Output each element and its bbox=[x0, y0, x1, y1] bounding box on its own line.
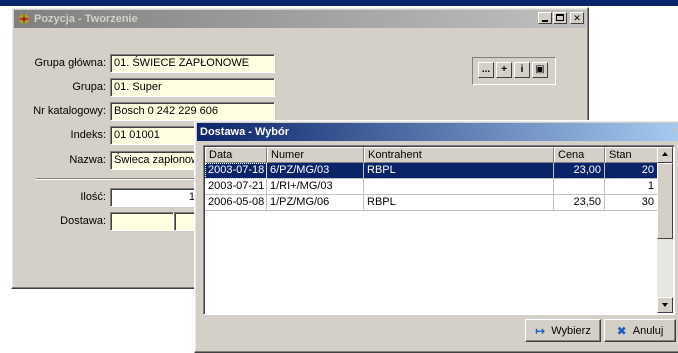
cell-stan: 20 bbox=[605, 163, 658, 179]
grupa-label: Grupa: bbox=[72, 81, 106, 93]
nazwa-label: Nazwa: bbox=[69, 154, 106, 166]
nazwa-field[interactable]: Świeca zapłonow bbox=[110, 151, 200, 170]
grupa-glowna-field[interactable]: 01. ŚWIECE ZAPŁONOWE bbox=[110, 54, 275, 73]
cell-data: 2003-07-18 bbox=[205, 163, 267, 179]
cell-data: 2003-07-21 bbox=[205, 179, 267, 195]
grupa-field[interactable]: 01. Super bbox=[110, 78, 275, 97]
cell-kontrahent bbox=[364, 179, 554, 195]
table-row[interactable]: 2003-07-21 1/RI+/MG/03 1 bbox=[205, 179, 658, 195]
maximize-button[interactable] bbox=[553, 12, 567, 24]
pozycja-titlebar[interactable]: Pozycja - Tworzenie ✕ bbox=[14, 10, 586, 28]
scroll-down-button[interactable] bbox=[657, 297, 673, 313]
form-separator bbox=[36, 178, 194, 180]
cell-cena: 23,50 bbox=[554, 195, 605, 211]
plus-icon: + bbox=[501, 64, 507, 75]
add-button[interactable]: + bbox=[496, 62, 512, 78]
cell-numer: 1/RI+/MG/03 bbox=[267, 179, 364, 195]
nr-katalogowy-field[interactable]: Bosch 0 242 229 606 bbox=[110, 102, 275, 121]
close-button[interactable]: ✕ bbox=[570, 12, 584, 24]
select-button-label: Wybierz bbox=[551, 324, 591, 337]
cell-cena bbox=[554, 179, 605, 195]
cell-data: 2006-05-08 bbox=[205, 195, 267, 211]
table-row[interactable]: 2006-05-08 1/PZ/MG/06 RBPL 23,50 30 bbox=[205, 195, 658, 211]
maximize-icon bbox=[556, 14, 564, 21]
cancel-button[interactable]: ✖ Anuluj bbox=[604, 319, 676, 342]
ellipsis-icon: ... bbox=[481, 64, 491, 75]
column-header-cena[interactable]: Cena bbox=[554, 147, 605, 163]
browse-button[interactable]: ... bbox=[478, 62, 494, 78]
window-controls: ✕ bbox=[537, 12, 584, 24]
dostawa-label: Dostawa: bbox=[60, 215, 106, 227]
background-window-titlebar-strip bbox=[0, 0, 678, 6]
cancel-x-icon: ✖ bbox=[616, 323, 627, 338]
dostawa-field-1[interactable] bbox=[110, 212, 174, 231]
column-header-data[interactable]: Data bbox=[205, 147, 267, 163]
nr-katalogowy-label: Nr katalogowy: bbox=[33, 105, 106, 117]
ilosc-label: Ilość: bbox=[80, 191, 106, 203]
column-header-numer[interactable]: Numer bbox=[267, 147, 364, 163]
dostawa-grid[interactable]: Data Numer Kontrahent Cena Stan 2003-07-… bbox=[203, 145, 675, 315]
dostawa-titlebar[interactable]: Dostawa - Wybór ✕ bbox=[197, 123, 678, 141]
cell-kontrahent: RBPL bbox=[364, 195, 554, 211]
scroll-down-icon bbox=[662, 303, 668, 307]
scroll-up-button[interactable] bbox=[657, 147, 673, 163]
dialog-close-icon[interactable]: ✕ bbox=[670, 123, 678, 141]
window-icon: ▣ bbox=[535, 64, 545, 75]
ilosc-field[interactable]: 1 bbox=[110, 188, 200, 207]
pozycja-title: Pozycja - Tworzenie bbox=[34, 13, 138, 25]
cell-stan: 30 bbox=[605, 195, 658, 211]
scroll-up-icon bbox=[662, 152, 668, 156]
details-button[interactable]: ▣ bbox=[532, 62, 548, 78]
minimize-button[interactable] bbox=[538, 12, 552, 24]
column-header-stan[interactable]: Stan bbox=[605, 147, 658, 163]
table-row[interactable]: 2003-07-18 6/PZ/MG/03 RBPL 23,00 20 bbox=[205, 163, 658, 179]
cell-stan: 1 bbox=[605, 179, 658, 195]
indeks-field[interactable]: 01 01001 bbox=[110, 126, 200, 145]
dostawa-title: Dostawa - Wybór bbox=[200, 126, 290, 138]
info-icon: i bbox=[520, 64, 524, 75]
cell-kontrahent: RBPL bbox=[364, 163, 554, 179]
cancel-button-label: Anuluj bbox=[632, 324, 664, 337]
vertical-scrollbar[interactable] bbox=[657, 147, 673, 313]
select-arrow-icon: ↦ bbox=[535, 323, 546, 338]
close-icon: ✕ bbox=[573, 13, 581, 23]
cell-numer: 1/PZ/MG/06 bbox=[267, 195, 364, 211]
info-button[interactable]: i bbox=[514, 62, 530, 78]
cell-numer: 6/PZ/MG/03 bbox=[267, 163, 364, 179]
minimize-icon bbox=[542, 20, 548, 22]
cell-cena: 23,00 bbox=[554, 163, 605, 179]
column-header-kontrahent[interactable]: Kontrahent bbox=[364, 147, 554, 163]
pozycja-toolbar: ... + i ▣ bbox=[472, 57, 556, 85]
grupa-glowna-label: Grupa główna: bbox=[34, 57, 106, 69]
select-button[interactable]: ↦ Wybierz bbox=[525, 319, 601, 342]
indeks-label: Indeks: bbox=[70, 129, 106, 141]
grid-header: Data Numer Kontrahent Cena Stan bbox=[205, 147, 658, 163]
app-icon bbox=[17, 12, 31, 26]
scroll-thumb[interactable] bbox=[657, 163, 673, 239]
